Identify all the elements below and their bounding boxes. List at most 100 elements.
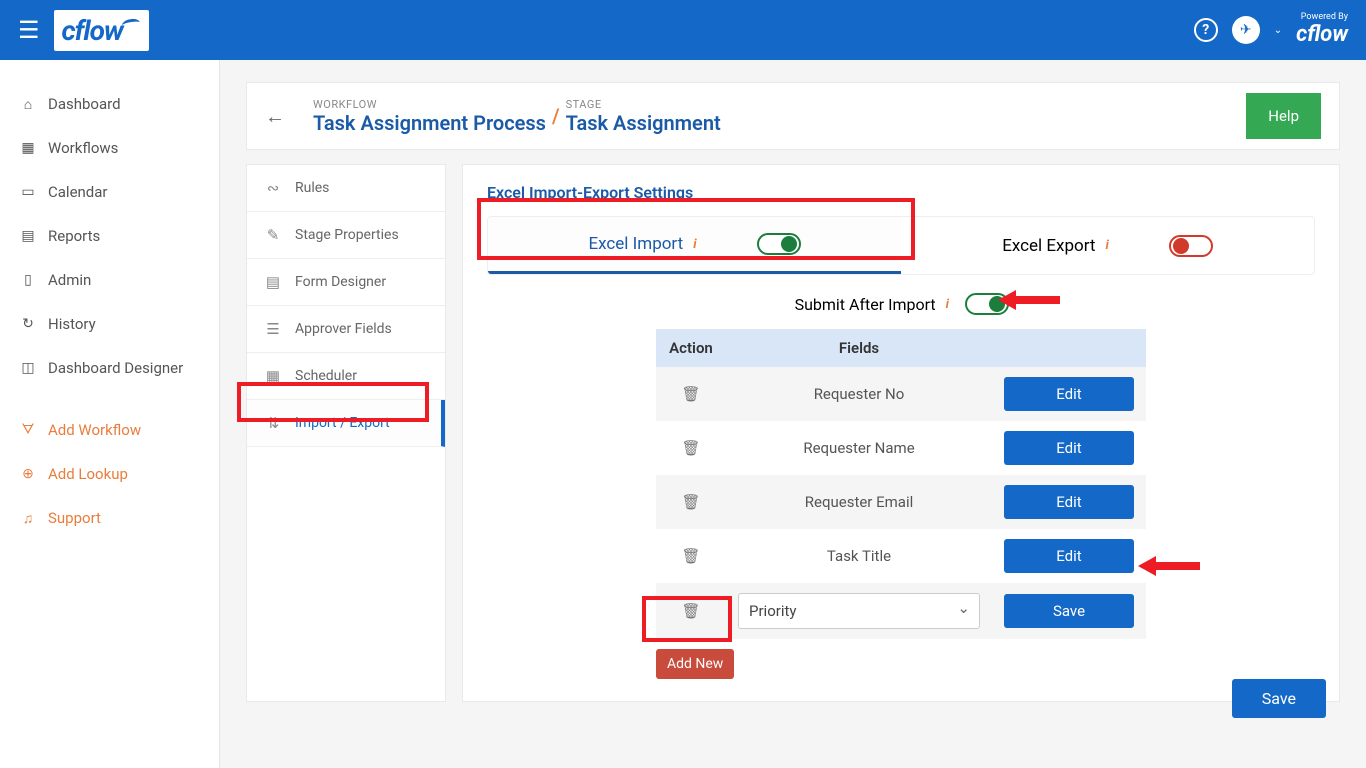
flow-icon: ᗊ: [20, 422, 36, 438]
settings-panel: Excel Import-Export Settings Excel Impor…: [462, 164, 1340, 702]
field-select-wrap: Priority: [738, 593, 980, 629]
sidebar-item-dashboard-designer[interactable]: ◫Dashboard Designer: [0, 346, 219, 390]
info-icon[interactable]: i: [693, 237, 696, 252]
sidebar-item-label: Reports: [48, 227, 100, 245]
sidebar-item-workflows[interactable]: ▦ Workflows: [0, 126, 219, 170]
powered-by: Powered By cflow: [1296, 13, 1348, 47]
trash-icon[interactable]: 🗑: [681, 547, 700, 565]
main: ← WORKFLOW Task Assignment Process / STA…: [220, 60, 1366, 768]
headset-icon: ♫: [20, 510, 36, 526]
edit-button[interactable]: Edit: [1004, 485, 1134, 519]
hamburger-icon[interactable]: ☰: [18, 16, 40, 44]
table-row: 🗑 Requester No Edit: [656, 367, 1146, 421]
share-icon: ∾: [263, 179, 283, 197]
crumb-stage-name[interactable]: Task Assignment: [566, 111, 721, 135]
history-icon: ↻: [20, 316, 36, 332]
th-fields: Fields: [726, 329, 992, 367]
crumb-workflow: WORKFLOW Task Assignment Process: [313, 98, 546, 135]
sidebar-item-add-lookup[interactable]: ⊕ Add Lookup: [0, 452, 219, 496]
panel-title: Excel Import-Export Settings: [463, 183, 1339, 216]
side-item-import-export[interactable]: ⇅ Import / Export: [247, 400, 445, 447]
crumb-label: WORKFLOW: [313, 98, 546, 111]
side-item-rules[interactable]: ∾ Rules: [247, 165, 445, 212]
save-row-button[interactable]: Save: [1004, 594, 1134, 628]
table-row: 🗑 Task Title Edit: [656, 529, 1146, 583]
logo[interactable]: cflow: [54, 10, 149, 51]
edit-button[interactable]: Edit: [1004, 431, 1134, 465]
crumb-workflow-name[interactable]: Task Assignment Process: [313, 111, 546, 135]
save-button[interactable]: Save: [1232, 679, 1326, 718]
form-icon: ▤: [263, 273, 283, 291]
tab-excel-export[interactable]: Excel Export i: [901, 217, 1314, 274]
import-export-tabs: Excel Import i Excel Export i: [487, 216, 1315, 275]
arrow-save-row: [1138, 556, 1200, 576]
field-name: Requester Email: [726, 475, 992, 529]
crumb-separator: /: [552, 104, 560, 128]
trash-icon[interactable]: 🗑: [681, 439, 700, 457]
calendar-icon: ▭: [20, 184, 36, 200]
sidebar-item-label: Admin: [48, 271, 91, 289]
excel-export-toggle[interactable]: [1169, 235, 1213, 257]
trash-icon[interactable]: 🗑: [681, 493, 700, 511]
sidebar-item-add-workflow[interactable]: ᗊAdd Workflow: [0, 408, 219, 452]
home-icon: ⌂: [20, 96, 36, 112]
sidebar-item-calendar[interactable]: ▭Calendar: [0, 170, 219, 214]
plus-icon: ⊕: [20, 466, 36, 482]
side-item-approver-fields[interactable]: ☰ Approver Fields: [247, 306, 445, 353]
import-export-icon: ⇅: [263, 414, 283, 432]
edit-button[interactable]: Edit: [1004, 539, 1134, 573]
sidebar-item-reports[interactable]: ▤ Reports: [0, 214, 219, 258]
admin-icon: ▯: [20, 272, 36, 288]
sidebar-item-label: Add Lookup: [48, 465, 128, 483]
scheduler-icon: ▦: [263, 367, 283, 385]
submit-after-import-row: Submit After Import i: [463, 275, 1339, 329]
back-arrow-icon[interactable]: ←: [265, 104, 285, 129]
excel-import-toggle[interactable]: [757, 233, 801, 255]
field-select[interactable]: Priority: [738, 593, 980, 629]
edit-icon: ✎: [263, 226, 283, 244]
chevron-down-icon[interactable]: ⌄: [1274, 25, 1282, 36]
submit-after-import-label: Submit After Import: [795, 295, 936, 314]
field-name: Requester No: [726, 367, 992, 421]
sidebar-item-label: Workflows: [48, 139, 118, 157]
side-item-label: Rules: [295, 180, 329, 196]
help-icon[interactable]: ?: [1194, 18, 1218, 42]
sidebar-item-history[interactable]: ↻ History: [0, 302, 219, 346]
side-item-stage-properties[interactable]: ✎Stage Properties: [247, 212, 445, 259]
tab-excel-import[interactable]: Excel Import i: [488, 217, 901, 274]
sidebar-item-admin[interactable]: ▯ Admin: [0, 258, 219, 302]
crumb-stage: STAGE Task Assignment: [566, 98, 721, 135]
sidebar-item-label: History: [48, 315, 96, 333]
side-item-scheduler[interactable]: ▦Scheduler: [247, 353, 445, 400]
reports-icon: ▤: [20, 228, 36, 244]
trash-icon[interactable]: 🗑: [681, 602, 700, 620]
arrow-submit-toggle: [998, 290, 1060, 310]
field-name: Requester Name: [726, 421, 992, 475]
sidebar-item-label: Dashboard: [48, 95, 121, 113]
help-button[interactable]: Help: [1246, 93, 1321, 139]
sidebar-item-dashboard[interactable]: ⌂ Dashboard: [0, 82, 219, 126]
side-item-label: Import / Export: [295, 415, 390, 431]
topbar-right: ? ✈ ⌄ Powered By cflow: [1194, 13, 1348, 47]
chat-icon[interactable]: ✈: [1232, 16, 1260, 44]
sidebar-item-label: Support: [48, 509, 101, 527]
topbar: ☰ cflow ? ✈ ⌄ Powered By cflow: [0, 0, 1366, 60]
add-new-button[interactable]: Add New: [656, 649, 734, 679]
edit-button[interactable]: Edit: [1004, 377, 1134, 411]
fields-table-wrap: Action Fields 🗑 Requester No Edit 🗑 Requ…: [656, 329, 1146, 679]
approver-icon: ☰: [263, 320, 283, 338]
table-row-new: 🗑 Priority Save: [656, 583, 1146, 639]
side-item-form-designer[interactable]: ▤ Form Designer: [247, 259, 445, 306]
footer-save: Save: [1232, 679, 1326, 718]
tab-label: Excel Export: [1002, 236, 1095, 256]
sidebar-item-label: Dashboard Designer: [48, 359, 183, 377]
info-icon[interactable]: i: [946, 297, 949, 312]
fields-table: Action Fields 🗑 Requester No Edit 🗑 Requ…: [656, 329, 1146, 639]
table-row: 🗑 Requester Email Edit: [656, 475, 1146, 529]
sidebar-item-support[interactable]: ♫ Support: [0, 496, 219, 540]
trash-icon[interactable]: 🗑: [681, 385, 700, 403]
side-item-label: Form Designer: [295, 274, 386, 290]
info-icon[interactable]: i: [1105, 238, 1108, 253]
grid-icon: ▦: [20, 140, 36, 156]
side-item-label: Approver Fields: [295, 321, 392, 337]
